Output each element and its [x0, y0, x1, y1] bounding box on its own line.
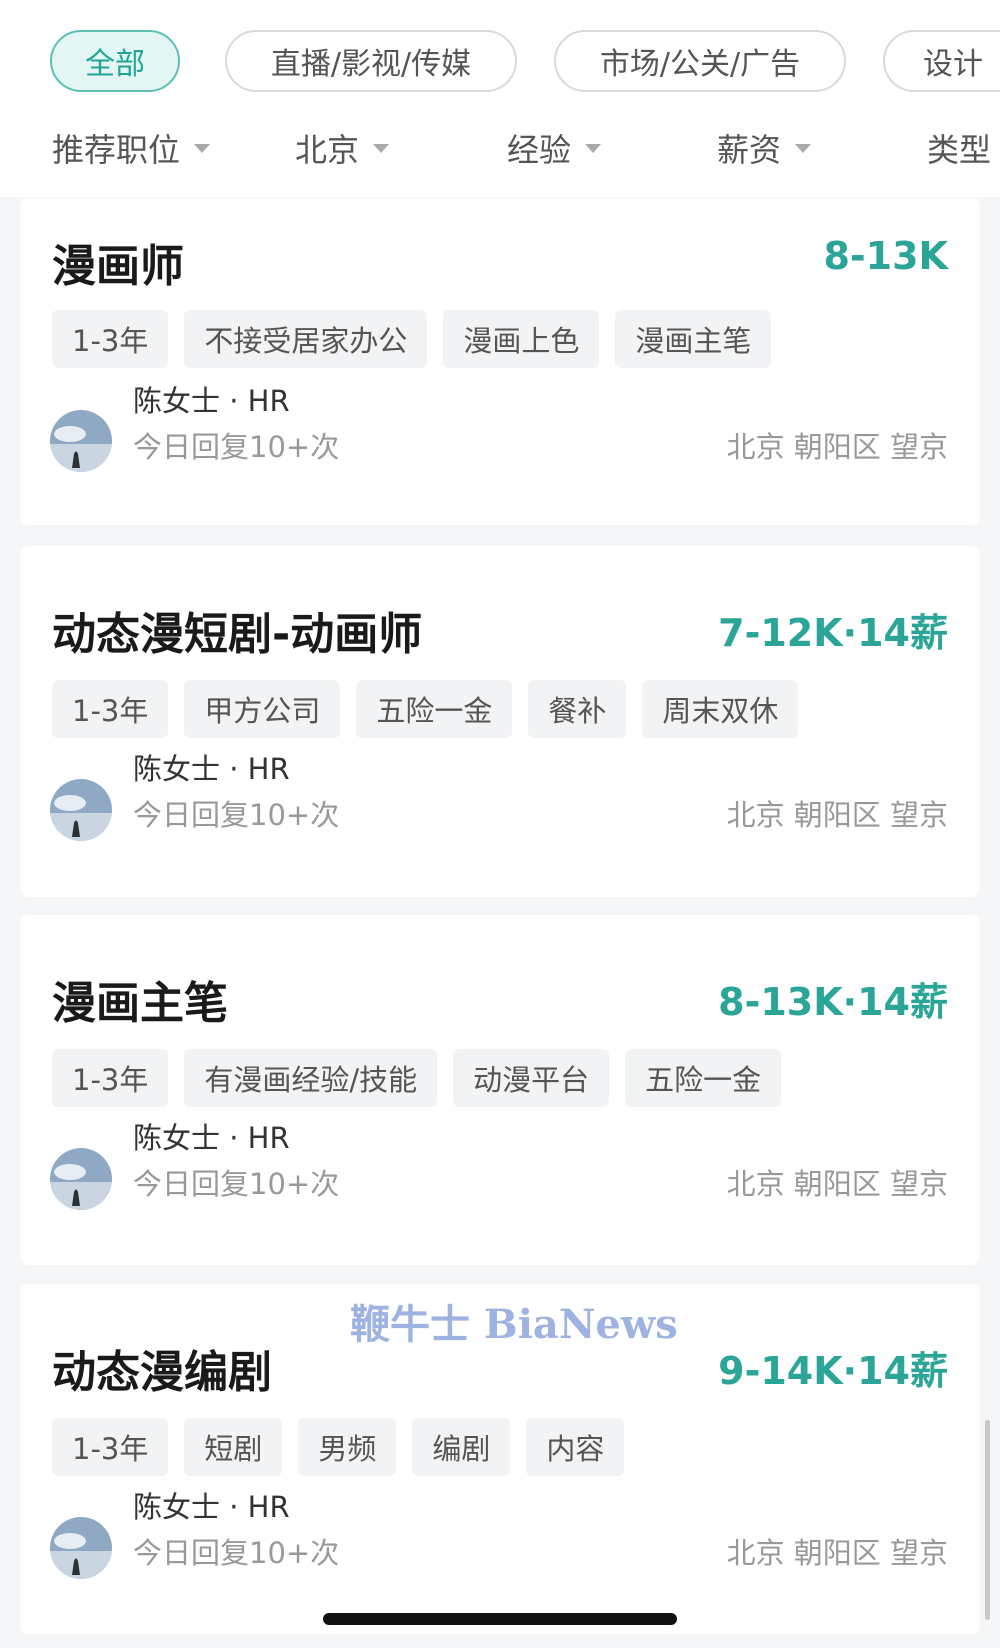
hr-avatar [50, 410, 112, 472]
caret-down-icon [194, 143, 211, 153]
job-title: 动态漫短剧-动画师 [52, 609, 423, 660]
job-tag: 五险一金 [356, 680, 513, 738]
job-tag: 1-3年 [52, 680, 169, 738]
category-chip-row: 全部 直播/影视/传媒 市场/公关/广告 设计 [0, 30, 1000, 96]
hr-name: 陈女士 · HR [133, 1121, 290, 1155]
hr-reply-rate: 今日回复10+次 [133, 430, 340, 464]
caret-down-icon [373, 143, 390, 153]
job-tag: 短剧 [184, 1418, 283, 1476]
hr-avatar [50, 1148, 112, 1210]
filter-header: 全部 直播/影视/传媒 市场/公关/广告 设计 推荐职位 北京 经验 薪资 类型 [0, 0, 1000, 197]
hr-reply-rate: 今日回复10+次 [133, 1536, 340, 1570]
category-chip-design[interactable]: 设计 [883, 30, 1000, 92]
hr-avatar [50, 1517, 112, 1579]
job-tag: 甲方公司 [184, 680, 341, 738]
job-tag: 编剧 [412, 1418, 511, 1476]
job-card[interactable]: 动态漫短剧-动画师 7-12K·14薪 1-3年 甲方公司 五险一金 餐补 周末… [20, 546, 980, 897]
job-location: 北京 朝阳区 望京 [726, 1167, 948, 1201]
job-salary: 7-12K·14薪 [718, 611, 948, 655]
job-tag: 五险一金 [625, 1049, 782, 1107]
filter-recommended-label: 推荐职位 [52, 131, 181, 169]
job-tags: 1-3年 不接受居家办公 漫画上色 漫画主笔 [52, 310, 772, 368]
job-tag: 1-3年 [52, 1418, 169, 1476]
hr-reply-rate: 今日回复10+次 [133, 1167, 340, 1201]
filter-salary-label: 薪资 [717, 131, 782, 169]
job-salary: 9-14K·14薪 [718, 1349, 948, 1393]
watermark: 鞭牛士 BiaNews [350, 1301, 678, 1348]
job-tag: 周末双休 [642, 680, 799, 738]
filter-type-label: 类型 [927, 131, 992, 169]
job-tag: 有漫画经验/技能 [184, 1049, 438, 1107]
job-tag: 漫画上色 [443, 310, 600, 368]
job-title: 漫画师 [52, 241, 184, 292]
job-location: 北京 朝阳区 望京 [726, 430, 948, 464]
job-tags: 1-3年 短剧 男频 编剧 内容 [52, 1418, 625, 1476]
home-indicator[interactable] [323, 1613, 677, 1625]
job-location: 北京 朝阳区 望京 [726, 1536, 948, 1570]
job-tags: 1-3年 有漫画经验/技能 动漫平台 五险一金 [52, 1049, 782, 1107]
category-chip-media[interactable]: 直播/影视/传媒 [225, 30, 517, 92]
filter-type[interactable]: 类型 [927, 118, 991, 178]
job-location: 北京 朝阳区 望京 [726, 798, 948, 832]
filter-city[interactable]: 北京 [295, 118, 390, 178]
caret-down-icon [585, 143, 602, 153]
job-tags: 1-3年 甲方公司 五险一金 餐补 周末双休 [52, 680, 799, 738]
hr-avatar [50, 779, 112, 841]
scrollbar[interactable] [985, 1420, 990, 1620]
filter-experience-label: 经验 [507, 131, 572, 169]
job-tag: 内容 [526, 1418, 625, 1476]
hr-name: 陈女士 · HR [133, 1490, 290, 1524]
job-title: 漫画主笔 [52, 978, 228, 1029]
job-tag: 动漫平台 [453, 1049, 610, 1107]
filter-salary[interactable]: 薪资 [717, 118, 812, 178]
category-chip-marketing[interactable]: 市场/公关/广告 [554, 30, 846, 92]
job-tag: 漫画主笔 [615, 310, 772, 368]
category-chip-all[interactable]: 全部 [50, 30, 180, 92]
job-salary: 8-13K [823, 234, 948, 278]
job-tag: 不接受居家办公 [184, 310, 428, 368]
filter-row: 推荐职位 北京 经验 薪资 类型 [0, 118, 1000, 178]
job-salary: 8-13K·14薪 [718, 980, 948, 1024]
filter-city-label: 北京 [295, 131, 360, 169]
filter-recommended[interactable]: 推荐职位 [52, 118, 211, 178]
job-tag: 1-3年 [52, 1049, 169, 1107]
job-card[interactable]: 漫画主笔 8-13K·14薪 1-3年 有漫画经验/技能 动漫平台 五险一金 陈… [20, 915, 980, 1265]
job-card[interactable]: 漫画师 8-13K 1-3年 不接受居家办公 漫画上色 漫画主笔 陈女士 · H… [20, 198, 980, 525]
caret-down-icon [795, 143, 812, 153]
hr-name: 陈女士 · HR [133, 752, 290, 786]
hr-reply-rate: 今日回复10+次 [133, 798, 340, 832]
job-tag: 男频 [298, 1418, 397, 1476]
job-tag: 餐补 [528, 680, 627, 738]
job-title: 动态漫编剧 [52, 1347, 272, 1398]
filter-experience[interactable]: 经验 [507, 118, 602, 178]
hr-name: 陈女士 · HR [133, 384, 290, 418]
job-tag: 1-3年 [52, 310, 169, 368]
